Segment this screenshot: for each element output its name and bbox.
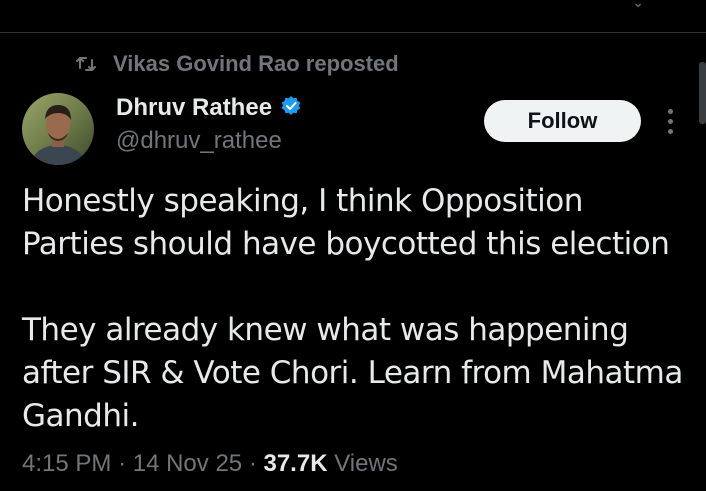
scrollbar[interactable] <box>699 62 706 124</box>
tweet-date[interactable]: 14 Nov 25 <box>133 450 242 477</box>
repost-icon <box>76 56 96 72</box>
views-count[interactable]: 37.7K <box>263 450 327 477</box>
tweet-body: Honestly speaking, I think Opposition Pa… <box>22 180 692 438</box>
tweet-line: They already knew what was happening <box>22 312 629 348</box>
avatar[interactable] <box>22 93 94 165</box>
tweet-line: Gandhi. <box>22 398 139 434</box>
top-divider <box>0 32 706 33</box>
chevron-icon: ⌄ <box>632 0 644 10</box>
author-name-row[interactable]: Dhruv Rathee <box>116 94 302 122</box>
meta-separator: · <box>118 450 127 477</box>
tweet-line: after SIR & Vote Chori. Learn from Mahat… <box>22 355 683 391</box>
tweet-meta: 4:15 PM · 14 Nov 25 · 37.7K Views <box>22 450 398 478</box>
verified-badge-icon[interactable] <box>280 95 302 122</box>
more-vertical-icon[interactable] <box>660 104 680 138</box>
follow-button[interactable]: Follow <box>484 100 641 142</box>
author-handle[interactable]: @dhruv_rathee <box>116 127 282 155</box>
tweet-line: Parties should have boycotted this elect… <box>22 226 670 262</box>
tweet-line: Honestly speaking, I think Opposition <box>22 183 583 219</box>
author-display-name[interactable]: Dhruv Rathee <box>116 94 272 122</box>
repost-text[interactable]: Vikas Govind Rao reposted <box>113 51 399 77</box>
meta-separator: · <box>248 450 257 477</box>
tweet-time[interactable]: 4:15 PM <box>22 450 111 477</box>
views-label[interactable]: Views <box>334 450 398 477</box>
repost-indicator[interactable]: Vikas Govind Rao reposted <box>76 51 399 77</box>
